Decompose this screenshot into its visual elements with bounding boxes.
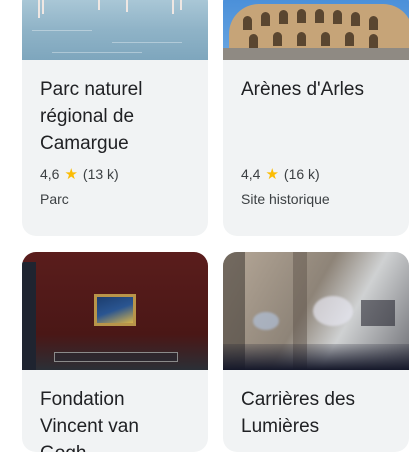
place-category: Parc [40,191,69,207]
place-title: Fondation Vincent van Gogh [40,389,139,452]
place-card-camargue[interactable]: Parc naturel régional de Camargue 4,6 ★ … [22,0,208,236]
rating-row: 4,4 ★ (16 k) [241,166,391,182]
lagoon-with-flamingos-image [22,0,208,60]
place-title: Carrières des Lumières [241,389,356,437]
star-icon: ★ [64,165,78,183]
place-card-fondation-van-gogh[interactable]: Fondation Vincent van Gogh [22,252,208,452]
roman-amphitheatre-image [223,0,409,60]
star-icon: ★ [265,165,279,183]
place-card-arenes-arles[interactable]: Arènes d'Arles 4,4 ★ (16 k) Site histori… [223,0,409,236]
review-count: (16 k) [283,166,320,182]
rating-value: 4,4 [241,166,261,182]
gallery-painting-image [22,252,208,370]
place-category: Site historique [241,191,330,207]
place-title: Arènes d'Arles [241,79,364,100]
place-card-carrieres-lumieres[interactable]: Carrières des Lumières [223,252,409,452]
rating-row: 4,6 ★ (13 k) [40,166,190,182]
rating-value: 4,6 [40,166,60,182]
light-show-quarry-image [223,252,409,370]
place-title: Parc naturel régional de Camargue [40,79,143,154]
review-count: (13 k) [82,166,119,182]
